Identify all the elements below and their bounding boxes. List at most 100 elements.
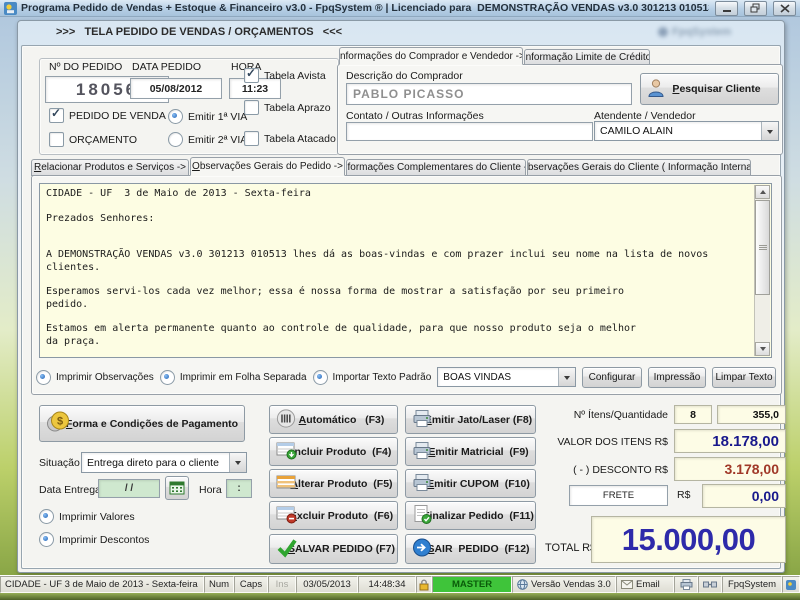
- total-field: 15.000,00: [591, 516, 786, 563]
- buyer-name-field[interactable]: PABLO PICASSO: [346, 83, 632, 105]
- tab-observacoes-cliente[interactable]: Observações Gerais do Cliente ( Informaç…: [527, 159, 751, 176]
- status-date: 03/05/2013: [296, 576, 358, 593]
- automatico-button[interactable]: Automático (F3): [269, 405, 398, 434]
- lock-icon: [419, 579, 429, 591]
- checkbox-tabela-aprazo[interactable]: Tabela Aprazo: [244, 100, 331, 115]
- frete-field[interactable]: 0,00: [702, 484, 786, 508]
- minimize-button[interactable]: [715, 1, 738, 16]
- chevron-down-icon: [761, 122, 778, 140]
- status-caps: Caps: [234, 576, 268, 593]
- frete-rs-label: R$: [677, 489, 690, 501]
- envelope-icon: [621, 580, 633, 589]
- tab-observacoes-pedido[interactable]: Observações Gerais do Pedido ->: [190, 157, 345, 176]
- order-date-label: DATA PEDIDO: [132, 61, 201, 73]
- status-brand: FpqSystem: [722, 576, 782, 593]
- radio-icon: [168, 109, 183, 124]
- data-entrega-field[interactable]: / /: [98, 479, 160, 498]
- status-app: [782, 576, 800, 593]
- sair-pedido-button[interactable]: SAIR PEDIDO (F12): [405, 534, 536, 564]
- itens-field: 8: [674, 405, 712, 424]
- checkbox-tabela-avista[interactable]: Tabela Avista: [244, 68, 326, 83]
- radio-icon: [160, 370, 175, 385]
- restore-button[interactable]: [744, 1, 767, 16]
- atendente-dropdown[interactable]: CAMILO ALAIN: [594, 121, 779, 141]
- table-edit-icon: [276, 473, 297, 495]
- radio-icon: [313, 370, 328, 385]
- scroll-up-button[interactable]: [755, 185, 770, 199]
- tab-relacionar-produtos[interactable]: Relacionar Produtos e Serviços ->: [31, 159, 189, 176]
- window-title: Programa Pedido de Vendas + Estoque & Fi…: [21, 2, 709, 14]
- observations-text: CIDADE - UF 3 de Maio de 2013 - Sexta-fe…: [40, 184, 756, 357]
- radio-importar-texto-padrao[interactable]: Importar Texto Padrão: [313, 370, 432, 385]
- check-icon: [276, 538, 298, 561]
- svg-text:$: $: [57, 415, 63, 427]
- calendar-icon: [169, 480, 185, 496]
- desconto-label: ( - ) DESCONTO R$: [488, 464, 668, 476]
- observations-textarea[interactable]: CIDADE - UF 3 de Maio de 2013 - Sexta-fe…: [39, 183, 772, 358]
- order-date-field[interactable]: 05/08/2012: [130, 78, 222, 99]
- forma-pagamento-button[interactable]: $ Forma e Condições de Pagamento: [39, 405, 245, 442]
- situacao-dropdown[interactable]: Entrega direto para o cliente: [81, 452, 247, 473]
- contato-field[interactable]: [346, 122, 593, 141]
- app-mini-icon: [786, 580, 796, 590]
- tab-informacoes-complementares[interactable]: Informações Complementares do Cliente ->: [346, 159, 526, 176]
- app-icon: [4, 2, 17, 15]
- chevron-down-icon: [229, 453, 246, 472]
- radio-emitir-2-via[interactable]: Emitir 2ª VIA: [168, 132, 247, 147]
- salvar-pedido-button[interactable]: SALVAR PEDIDO (F7): [269, 534, 398, 564]
- configurar-button[interactable]: Configurar: [582, 367, 642, 388]
- itens-quantidade-label: Nº Ítens/Quantidade: [488, 409, 668, 421]
- watermark-dot-icon: [658, 27, 668, 37]
- checkbox-tabela-atacado[interactable]: Tabela Atacado: [244, 131, 336, 146]
- valor-itens-label: VALOR DOS ITENS R$: [488, 436, 668, 448]
- status-ins: Ins: [268, 576, 296, 593]
- radio-imprimir-valores[interactable]: Imprimir Valores: [39, 509, 135, 524]
- checkbox-icon: [244, 100, 259, 115]
- sales-order-form: >>> TELA PEDIDO DE VENDAS / ORÇAMENTOS <…: [17, 20, 785, 573]
- radio-icon: [39, 509, 54, 524]
- header-watermark: FpqSystem: [658, 23, 768, 41]
- incluir-produto-button[interactable]: Incluir Produto (F4): [269, 437, 398, 466]
- scroll-down-button[interactable]: [755, 342, 770, 356]
- buyer-name-label: Descrição do Comprador: [346, 70, 463, 82]
- desconto-field: 3.178,00: [674, 457, 786, 481]
- status-lock: [416, 576, 432, 593]
- printer-icon: [412, 472, 432, 495]
- tab-comprador-vendedor[interactable]: Informações do Comprador e Vendedor ->: [339, 47, 523, 65]
- alterar-produto-button[interactable]: Alterar Produto (F5): [269, 469, 398, 498]
- order-number-label: Nº DO PEDIDO: [49, 61, 122, 73]
- scrollbar-thumb[interactable]: [755, 200, 770, 295]
- hora-entrega-field[interactable]: :: [226, 479, 252, 498]
- close-button[interactable]: [773, 1, 796, 16]
- application-window: Programa Pedido de Vendas + Estoque & Fi…: [0, 0, 800, 600]
- checkbox-icon: [49, 108, 64, 123]
- finalizar-pedido-button[interactable]: Finalizar Pedido (F11): [405, 501, 536, 530]
- limpar-texto-button[interactable]: Limpar Texto: [712, 367, 776, 388]
- calendar-button[interactable]: [165, 476, 189, 500]
- radio-imprimir-observacoes[interactable]: Imprimir Observações: [36, 370, 154, 385]
- vertical-scrollbar[interactable]: [754, 185, 770, 356]
- excluir-produto-button[interactable]: Excluir Produto (F6): [269, 501, 398, 530]
- observations-toolbar: Imprimir Observações Imprimir em Folha S…: [36, 365, 776, 389]
- texto-padrao-dropdown[interactable]: BOAS VINDAS: [437, 367, 576, 387]
- radio-icon: [39, 532, 54, 547]
- plug-icon: [703, 580, 717, 589]
- table-add-icon: [276, 441, 297, 463]
- frete-button[interactable]: FRETE: [569, 485, 668, 506]
- radio-emitir-1-via[interactable]: Emitir 1ª VIA: [168, 109, 247, 124]
- document-check-icon: [412, 504, 432, 527]
- printer-icon: [412, 440, 432, 463]
- radio-imprimir-folha-separada[interactable]: Imprimir em Folha Separada: [160, 370, 307, 385]
- status-email[interactable]: Email: [616, 576, 674, 593]
- checkbox-pedido-de-venda[interactable]: PEDIDO DE VENDA: [49, 108, 166, 123]
- tab-limite-credito[interactable]: Informação Limite de Crédito: [524, 49, 650, 65]
- impressao-button[interactable]: Impressão: [648, 367, 706, 388]
- pesquisar-cliente-button[interactable]: Pesquisar Cliente: [640, 73, 779, 105]
- radio-imprimir-descontos[interactable]: Imprimir Descontos: [39, 532, 149, 547]
- data-entrega-label: Data Entrega: [39, 484, 101, 496]
- checkbox-icon: [49, 132, 64, 147]
- status-num: Num: [204, 576, 234, 593]
- status-printer[interactable]: [674, 576, 698, 593]
- globe-icon: [517, 579, 528, 590]
- checkbox-orcamento[interactable]: ORÇAMENTO: [49, 132, 137, 147]
